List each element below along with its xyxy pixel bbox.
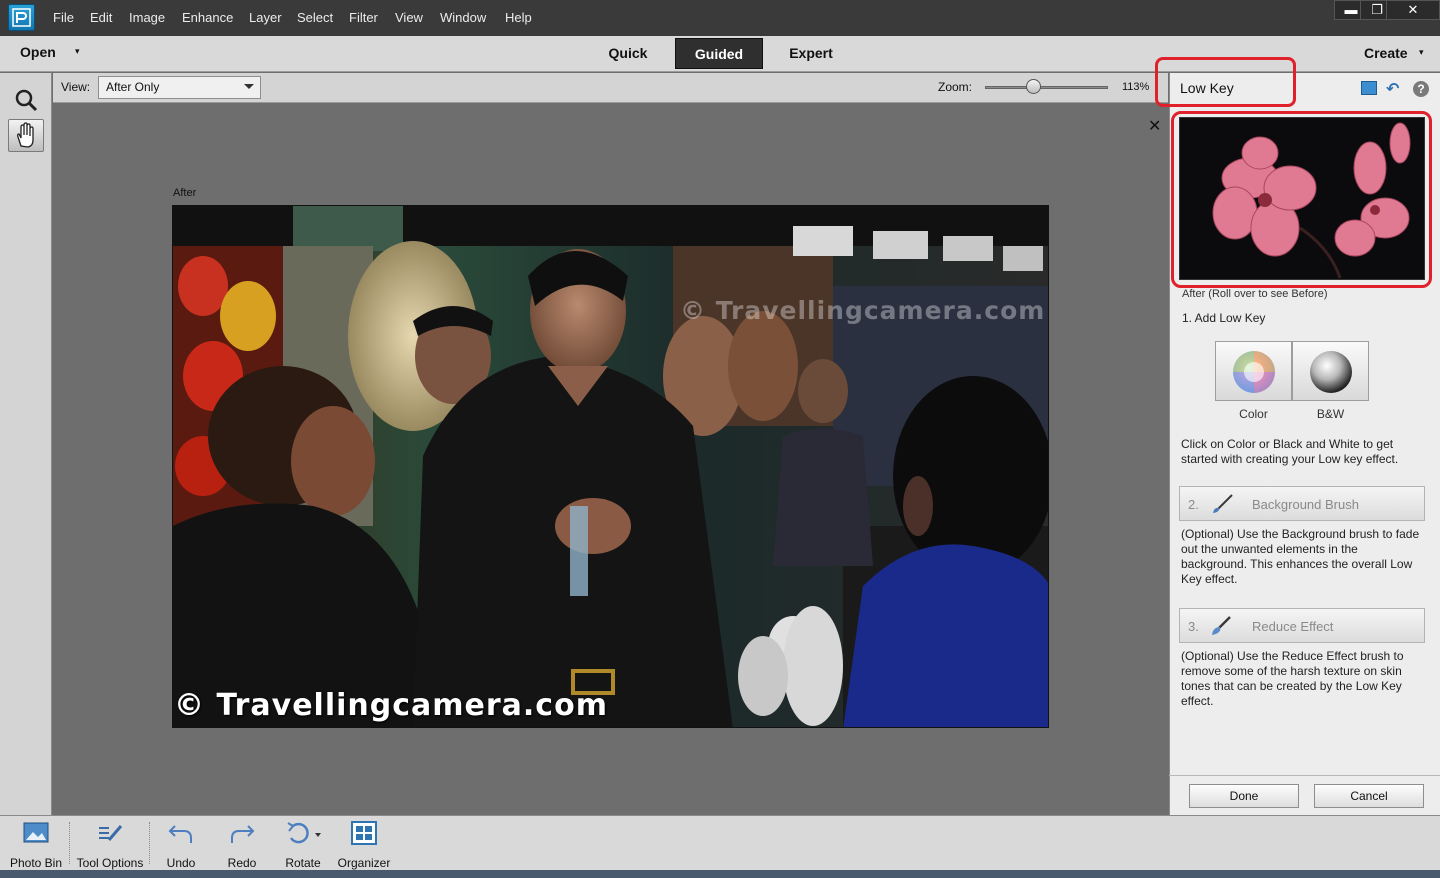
highlight-annotation [1171, 111, 1432, 288]
rotate-icon [287, 822, 321, 844]
chevron-down-icon[interactable]: ▾ [75, 46, 80, 57]
redo-icon [231, 825, 255, 843]
edited-photo[interactable] [172, 205, 1049, 728]
menu-window[interactable]: Window [440, 10, 486, 25]
zoom-label: Zoom: [938, 80, 973, 94]
eraser-brush-icon [1210, 615, 1236, 640]
close-icon[interactable]: ✕ [1386, 0, 1440, 20]
bottom-label: Organizer [337, 856, 391, 870]
bw-effect-button[interactable] [1292, 341, 1369, 401]
tool-options-icon [99, 825, 123, 841]
reset-icon[interactable]: ↶ [1386, 79, 1399, 99]
bw-orb-icon [1310, 351, 1352, 393]
watermark-text: © Travellingcamera.com [174, 688, 608, 723]
tab-expert[interactable]: Expert [780, 38, 842, 69]
redo-button[interactable]: Redo [221, 820, 263, 870]
bottom-label: Rotate [285, 856, 321, 870]
bottom-label: Redo [227, 856, 257, 870]
rotate-button[interactable]: Rotate [280, 820, 326, 870]
undo-button[interactable]: Undo [160, 820, 202, 870]
organizer-button[interactable]: Organizer [336, 820, 392, 870]
step-label: Reduce Effect [1252, 619, 1334, 634]
taskbar [0, 870, 1440, 878]
menu-layer[interactable]: Layer [249, 10, 282, 25]
color-orb-icon [1233, 351, 1275, 393]
cancel-button[interactable]: Cancel [1314, 784, 1424, 808]
step3-description: (Optional) Use the Reduce Effect brush t… [1181, 649, 1404, 708]
menu-enhance[interactable]: Enhance [182, 10, 233, 25]
bottom-bar [0, 815, 1440, 870]
view-select[interactable]: After Only [98, 76, 261, 99]
zoom-tool-icon[interactable] [8, 84, 44, 116]
view-select-value: After Only [106, 80, 160, 94]
photo-image [173, 206, 1048, 727]
watermark-text: © Travellingcamera.com [680, 296, 1046, 325]
create-button[interactable]: Create [1364, 45, 1408, 61]
tab-guided[interactable]: Guided [675, 38, 763, 69]
tab-quick[interactable]: Quick [598, 38, 658, 69]
reduce-effect-button[interactable]: 3. Reduce Effect [1179, 608, 1425, 643]
close-icon[interactable]: ✕ [1148, 116, 1161, 136]
organizer-icon [351, 821, 377, 845]
divider [149, 822, 150, 864]
step-number: 2. [1188, 497, 1199, 512]
menu-filter[interactable]: Filter [349, 10, 378, 25]
app-logo-icon[interactable] [8, 4, 35, 31]
undo-icon [168, 825, 192, 843]
menu-edit[interactable]: Edit [90, 10, 112, 25]
play-icon[interactable] [1361, 81, 1377, 95]
menu-select[interactable]: Select [297, 10, 333, 25]
tool-bar [0, 73, 52, 815]
menu-image[interactable]: Image [129, 10, 165, 25]
tool-options-button[interactable]: Tool Options [74, 820, 146, 870]
brush-icon [1210, 493, 1236, 518]
step1-title: 1. Add Low Key [1182, 311, 1266, 325]
bottom-label: Photo Bin [9, 856, 63, 870]
chevron-down-icon[interactable]: ▾ [1419, 47, 1424, 58]
open-button[interactable]: Open [20, 44, 56, 60]
highlight-annotation [1155, 57, 1296, 107]
chevron-down-icon[interactable] [244, 84, 254, 89]
color-effect-label: Color [1239, 407, 1268, 421]
divider [69, 822, 70, 864]
view-label: View: [61, 80, 91, 94]
thumb-caption: After (Roll over to see Before) [1182, 288, 1328, 300]
help-icon[interactable]: ? [1413, 81, 1429, 97]
zoom-slider[interactable] [985, 86, 1108, 89]
step2-description: (Optional) Use the Background brush to f… [1181, 527, 1420, 586]
step-label: Background Brush [1252, 497, 1359, 512]
done-button[interactable]: Done [1189, 784, 1299, 808]
hand-tool-icon[interactable] [8, 119, 44, 152]
step1-description: Click on Color or Black and White to get… [1181, 437, 1399, 466]
bottom-label: Tool Options [76, 856, 144, 870]
bw-effect-label: B&W [1316, 407, 1345, 421]
after-label: After [173, 187, 197, 199]
color-effect-button[interactable] [1215, 341, 1292, 401]
menu-file[interactable]: File [53, 10, 74, 25]
photo-bin-button[interactable]: Photo Bin [6, 820, 66, 870]
divider [1169, 775, 1440, 776]
background-brush-button[interactable]: 2. Background Brush [1179, 486, 1425, 521]
bottom-label: Undo [166, 856, 196, 870]
photo-bin-icon [23, 822, 49, 843]
step-number: 3. [1188, 619, 1199, 634]
menu-help[interactable]: Help [505, 10, 532, 25]
menu-view[interactable]: View [395, 10, 423, 25]
zoom-value: 113% [1122, 81, 1150, 93]
